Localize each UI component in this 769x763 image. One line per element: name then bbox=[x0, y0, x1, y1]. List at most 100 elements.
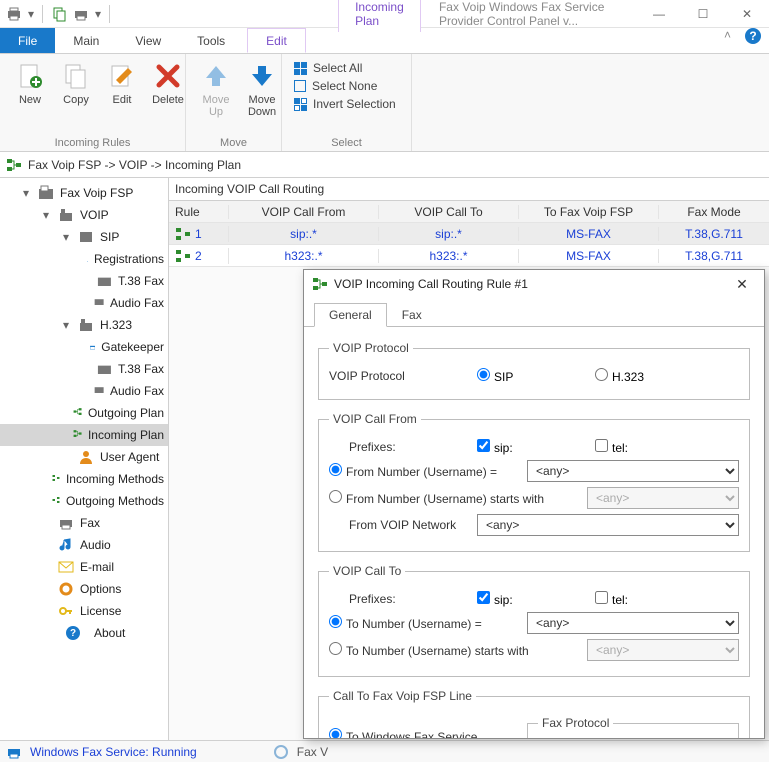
minimize-button[interactable]: — bbox=[637, 0, 681, 28]
device-icon bbox=[78, 229, 94, 245]
tree-h323-audio[interactable]: Audio Fax bbox=[0, 380, 168, 402]
printer2-icon bbox=[58, 515, 74, 531]
col-rule[interactable]: Rule bbox=[169, 205, 229, 219]
tree-fax[interactable]: Fax bbox=[0, 512, 168, 534]
move-up-button[interactable]: Move Up bbox=[194, 58, 238, 120]
tree-h323[interactable]: ▾H.323 bbox=[0, 314, 168, 336]
breadcrumb: Fax Voip FSP -> VOIP -> Incoming Plan bbox=[0, 152, 769, 178]
tree-outgoing-methods[interactable]: Outgoing Methods bbox=[0, 490, 168, 512]
card2-icon bbox=[90, 339, 95, 355]
help-icon[interactable]: ? bbox=[745, 28, 761, 44]
route-in-icon bbox=[73, 427, 82, 443]
ribbon-collapse-icon[interactable]: ˄ bbox=[718, 28, 737, 53]
close-button[interactable]: ✕ bbox=[725, 0, 769, 28]
group-fsp-line: Call To Fax Voip FSP Line To Windows Fax… bbox=[318, 689, 750, 738]
print-small-icon[interactable] bbox=[73, 6, 89, 22]
qat-caret2-icon[interactable]: ▾ bbox=[95, 7, 101, 21]
phone2-icon bbox=[78, 317, 94, 333]
dialog-close-button[interactable]: ✕ bbox=[728, 276, 756, 293]
tab-tools[interactable]: Tools bbox=[179, 28, 243, 53]
to-prefixes-label: Prefixes: bbox=[329, 592, 469, 606]
table-row[interactable]: 1 sip:.* sip:.* MS-FAX T.38,G.711 bbox=[169, 223, 769, 245]
info-icon: ? bbox=[66, 626, 80, 640]
tree-sip[interactable]: ▾SIP bbox=[0, 226, 168, 248]
dialog-tab-fax[interactable]: Fax bbox=[387, 303, 437, 327]
routing-grid[interactable]: Rule VOIP Call From VOIP Call To To Fax … bbox=[169, 200, 769, 267]
radio-to-starts[interactable]: To Number (Username) starts with bbox=[329, 642, 529, 658]
tree-about[interactable]: ?About bbox=[0, 622, 168, 644]
maximize-button[interactable]: ☐ bbox=[681, 0, 725, 28]
check-to-tel[interactable]: tel: bbox=[595, 591, 628, 607]
tree-registrations[interactable]: Registrations bbox=[0, 248, 168, 270]
from-prefixes-label: Prefixes: bbox=[329, 440, 469, 454]
to-eq-combo[interactable]: <any> bbox=[527, 612, 739, 634]
printer-status-icon bbox=[6, 744, 22, 760]
check-from-sip[interactable]: sip: bbox=[477, 439, 587, 455]
copy-small-icon[interactable] bbox=[51, 6, 67, 22]
radio-to-wfs[interactable]: To Windows Fax Service bbox=[329, 728, 477, 738]
tree-incoming-plan[interactable]: Incoming Plan bbox=[0, 424, 168, 446]
radio-sip[interactable]: SIP bbox=[477, 368, 587, 384]
route-out2-icon bbox=[52, 493, 60, 509]
check-to-sip[interactable]: sip: bbox=[477, 591, 587, 607]
tab-file[interactable]: File bbox=[0, 28, 55, 53]
dialog-route-icon bbox=[312, 276, 328, 292]
tree-voip[interactable]: ▾VOIP bbox=[0, 204, 168, 226]
tree-gatekeeper[interactable]: Gatekeeper bbox=[0, 336, 168, 358]
table-row[interactable]: 2 h323:.* h323:.* MS-FAX T.38,G.711 bbox=[169, 245, 769, 267]
from-network-combo[interactable]: <any> bbox=[477, 514, 739, 536]
tree-audio[interactable]: Audio bbox=[0, 534, 168, 556]
tree-incoming-methods[interactable]: Incoming Methods bbox=[0, 468, 168, 490]
status-wfs: Windows Fax Service: Running bbox=[30, 745, 197, 759]
tree-h323-t38[interactable]: T.38 Fax bbox=[0, 358, 168, 380]
tab-edit[interactable]: Edit bbox=[247, 28, 306, 53]
tab-main[interactable]: Main bbox=[55, 28, 117, 53]
mail-icon bbox=[58, 559, 74, 575]
user-icon bbox=[78, 449, 94, 465]
select-all-button[interactable]: Select All bbox=[290, 60, 400, 76]
tree-license[interactable]: License bbox=[0, 600, 168, 622]
radio-from-eq[interactable]: From Number (Username) = bbox=[329, 463, 497, 479]
phone-icon bbox=[58, 207, 74, 223]
radio-to-eq[interactable]: To Number (Username) = bbox=[329, 615, 482, 631]
dialog-title: VOIP Incoming Call Routing Rule #1 bbox=[334, 277, 722, 291]
key-icon bbox=[58, 603, 74, 619]
tree-email[interactable]: E-mail bbox=[0, 556, 168, 578]
radio-from-starts[interactable]: From Number (Username) starts with bbox=[329, 490, 544, 506]
tree-sip-audio[interactable]: Audio Fax bbox=[0, 292, 168, 314]
check-from-tel[interactable]: tel: bbox=[595, 439, 628, 455]
status-bar: Windows Fax Service: Running Fax V bbox=[0, 740, 769, 762]
select-none-button[interactable]: Select None bbox=[290, 78, 400, 94]
tree-sip-t38[interactable]: T.38 Fax bbox=[0, 270, 168, 292]
col-mode[interactable]: Fax Mode bbox=[659, 205, 769, 219]
grid-title: Incoming VOIP Call Routing bbox=[169, 178, 769, 200]
globe-icon bbox=[273, 744, 289, 760]
qat-caret-icon[interactable]: ▾ bbox=[28, 7, 34, 21]
tree-user-agent[interactable]: User Agent bbox=[0, 446, 168, 468]
protocol-label: VOIP Protocol bbox=[329, 369, 469, 383]
app-title: Fax Voip Windows Fax Service Provider Co… bbox=[439, 0, 637, 28]
invert-selection-button[interactable]: Invert Selection bbox=[290, 96, 400, 112]
radio-h323[interactable]: H.323 bbox=[595, 368, 644, 384]
from-eq-combo[interactable]: <any> bbox=[527, 460, 739, 482]
printer-icon[interactable] bbox=[6, 6, 22, 22]
ribbon-group-move: Move bbox=[194, 135, 273, 149]
col-fsp[interactable]: To Fax Voip FSP bbox=[519, 205, 659, 219]
dialog-tab-general[interactable]: General bbox=[314, 303, 387, 327]
status-faxv: Fax V bbox=[297, 745, 328, 759]
tree-outgoing-plan[interactable]: Outgoing Plan bbox=[0, 402, 168, 424]
from-starts-combo[interactable]: <any> bbox=[587, 487, 739, 509]
route-out-icon bbox=[73, 405, 82, 421]
tree-options[interactable]: Options bbox=[0, 578, 168, 600]
to-starts-combo[interactable]: <any> bbox=[587, 639, 739, 661]
tab-view[interactable]: View bbox=[117, 28, 179, 53]
card-icon bbox=[87, 251, 88, 267]
music-icon bbox=[58, 537, 74, 553]
nav-tree[interactable]: ▾Fax Voip FSP ▾VOIP ▾SIP Registrations T… bbox=[0, 178, 169, 740]
fax-icon bbox=[38, 185, 54, 201]
group-fax-protocol: Fax Protocol T.38 support G.711 (audio) bbox=[527, 716, 739, 738]
rule-dialog[interactable]: VOIP Incoming Call Routing Rule #1 ✕ Gen… bbox=[303, 269, 765, 739]
col-to[interactable]: VOIP Call To bbox=[379, 205, 519, 219]
col-from[interactable]: VOIP Call From bbox=[229, 205, 379, 219]
tree-root[interactable]: ▾Fax Voip FSP bbox=[0, 182, 168, 204]
